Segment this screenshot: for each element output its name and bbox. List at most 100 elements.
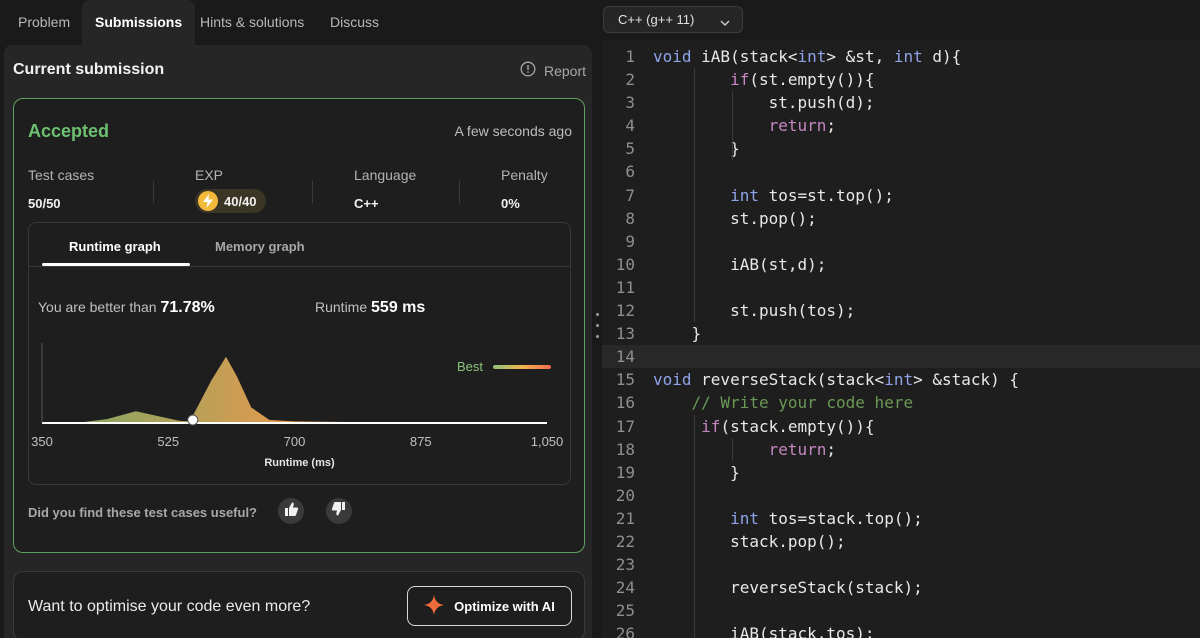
line-number: 17 [615,416,635,436]
tab-problem[interactable]: Problem [18,0,70,45]
submission-panel: Current submission Report Accepted A few… [4,45,592,638]
runtime-chart [41,343,547,426]
stat-label: Test cases [28,167,95,183]
code-line: 24 reverseStack(stack); [602,576,1200,599]
stat-penalty: Penalty 0% [501,167,548,211]
drag-dot [596,324,599,327]
code-line: 13 } [602,322,1200,345]
code-line: 7 int tos=st.top(); [602,184,1200,207]
line-number: 8 [625,208,635,228]
drag-dot [596,313,599,316]
code-line: 21 int tos=stack.top(); [602,507,1200,530]
code-text: return; [768,116,837,136]
optimize-with-ai-button[interactable]: Optimize with AI [407,586,572,626]
code-line: 20 [602,484,1200,507]
code-text: } [653,462,740,482]
language-value: C++ (g++ 11) [618,12,695,27]
optimize-label: Optimize with AI [454,598,555,614]
code-line: 23 [602,553,1200,576]
line-number: 3 [625,93,635,113]
sparkle-icon [424,594,445,618]
code-line: 17 if(stack.empty()){ [602,415,1200,438]
tab-memory-graph[interactable]: Memory graph [215,223,305,267]
indent-guide [732,437,734,461]
code-line: 12 st.push(tos); [602,299,1200,322]
code-text: st.pop(); [653,208,817,228]
graph-box: Runtime graph Memory graph You are bette… [28,222,571,485]
active-tab-indicator [42,263,190,266]
indent-guide [732,91,734,161]
code-text: void reverseStack(stack<int> &stack) { [653,370,1020,390]
line-number: 16 [615,393,635,413]
code-line: 5 } [602,137,1200,160]
code-line: 26 iAB(stack,tos); [602,622,1200,638]
code-text: iAB(st,d); [653,254,827,274]
line-number: 18 [615,439,635,459]
line-number: 20 [615,485,635,505]
code-text: void iAB(stack<int> &st, int d){ [653,47,962,66]
exp-value: 40/40 [224,193,257,209]
code-area[interactable]: 1 void iAB(stack<int> &st, int d){ 2 if(st… [602,45,1200,638]
stat-label: EXP [195,167,224,183]
submission-time: A few seconds ago [454,123,572,139]
lightning-icon [198,191,218,211]
runtime-value: 559 ms [371,299,426,316]
line-number: 25 [615,601,635,621]
code-text: st.push(d); [653,93,875,113]
code-line: 18 return; [602,438,1200,461]
code-line: 3 st.push(d); [602,91,1200,114]
chevron-down-icon [720,15,730,30]
line-number: 2 [625,70,635,90]
optimise-card: Want to optimise your code even more? Op… [13,571,585,638]
better-than-text: You are better than 71.78% [38,299,215,317]
left-pane: Problem Submissions Hints & solutions Di… [0,0,592,638]
tab-runtime-graph[interactable]: Runtime graph [69,223,161,267]
thumbs-up-button[interactable] [278,498,304,524]
x-tick-label: 875 [409,434,432,449]
thumbs-up-icon [283,501,299,522]
code-line: 16 // Write your code here [602,391,1200,414]
tab-submissions[interactable]: Submissions [82,0,196,45]
language-select[interactable]: C++ (g++ 11) [603,6,743,33]
code-text: // Write your code here [691,393,914,413]
pane-resize-handle[interactable] [592,0,602,638]
line-number: 23 [615,555,635,575]
line-number: 9 [625,231,635,251]
problem-tabs: Problem Submissions Hints & solutions Di… [0,0,592,45]
report-label: Report [543,62,586,79]
code-text: return; [768,439,837,459]
stat-test-cases: Test cases 50/50 [28,167,94,211]
code-text: int tos=st.top(); [730,185,894,205]
code-line: 25 [602,599,1200,622]
line-number: 15 [615,370,635,390]
tab-hints-solutions[interactable]: Hints & solutions [200,0,304,45]
thumbs-down-button[interactable] [326,498,352,524]
tab-discuss[interactable]: Discuss [330,0,379,45]
x-tick-label: 700 [283,434,306,449]
report-button[interactable]: Report [520,61,586,80]
code-line: 11 [602,276,1200,299]
code-line: 2 if(st.empty()){ [602,68,1200,91]
code-editor[interactable]: C++ (g++ 11) 1 void iAB(stack<int> &st, i… [602,0,1200,638]
result-card: Accepted A few seconds ago Test cases 50… [13,98,585,553]
stat-language: Language C++ [354,167,416,211]
code-line: 8 st.pop(); [602,207,1200,230]
code-line: 6 [602,160,1200,183]
line-number: 10 [615,254,635,274]
line-number: 19 [615,462,635,482]
line-number: 5 [625,139,635,159]
line-number: 7 [625,185,635,205]
better-than-value: 71.78% [160,299,215,316]
line-number: 1 [625,47,635,66]
runtime-text: Runtime 559 ms [315,299,425,317]
drag-dot [596,335,599,338]
indent-guide [693,414,695,638]
runtime-distribution-area [42,356,547,423]
line-number: 14 [615,347,635,367]
x-tick-label: 525 [157,434,180,449]
code-text: if(stack.empty()){ [701,416,875,436]
runtime-label: Runtime [315,299,368,315]
line-number: 4 [625,116,635,136]
x-tick-label: 350 [31,434,53,449]
user-runtime-marker[interactable] [187,414,199,426]
